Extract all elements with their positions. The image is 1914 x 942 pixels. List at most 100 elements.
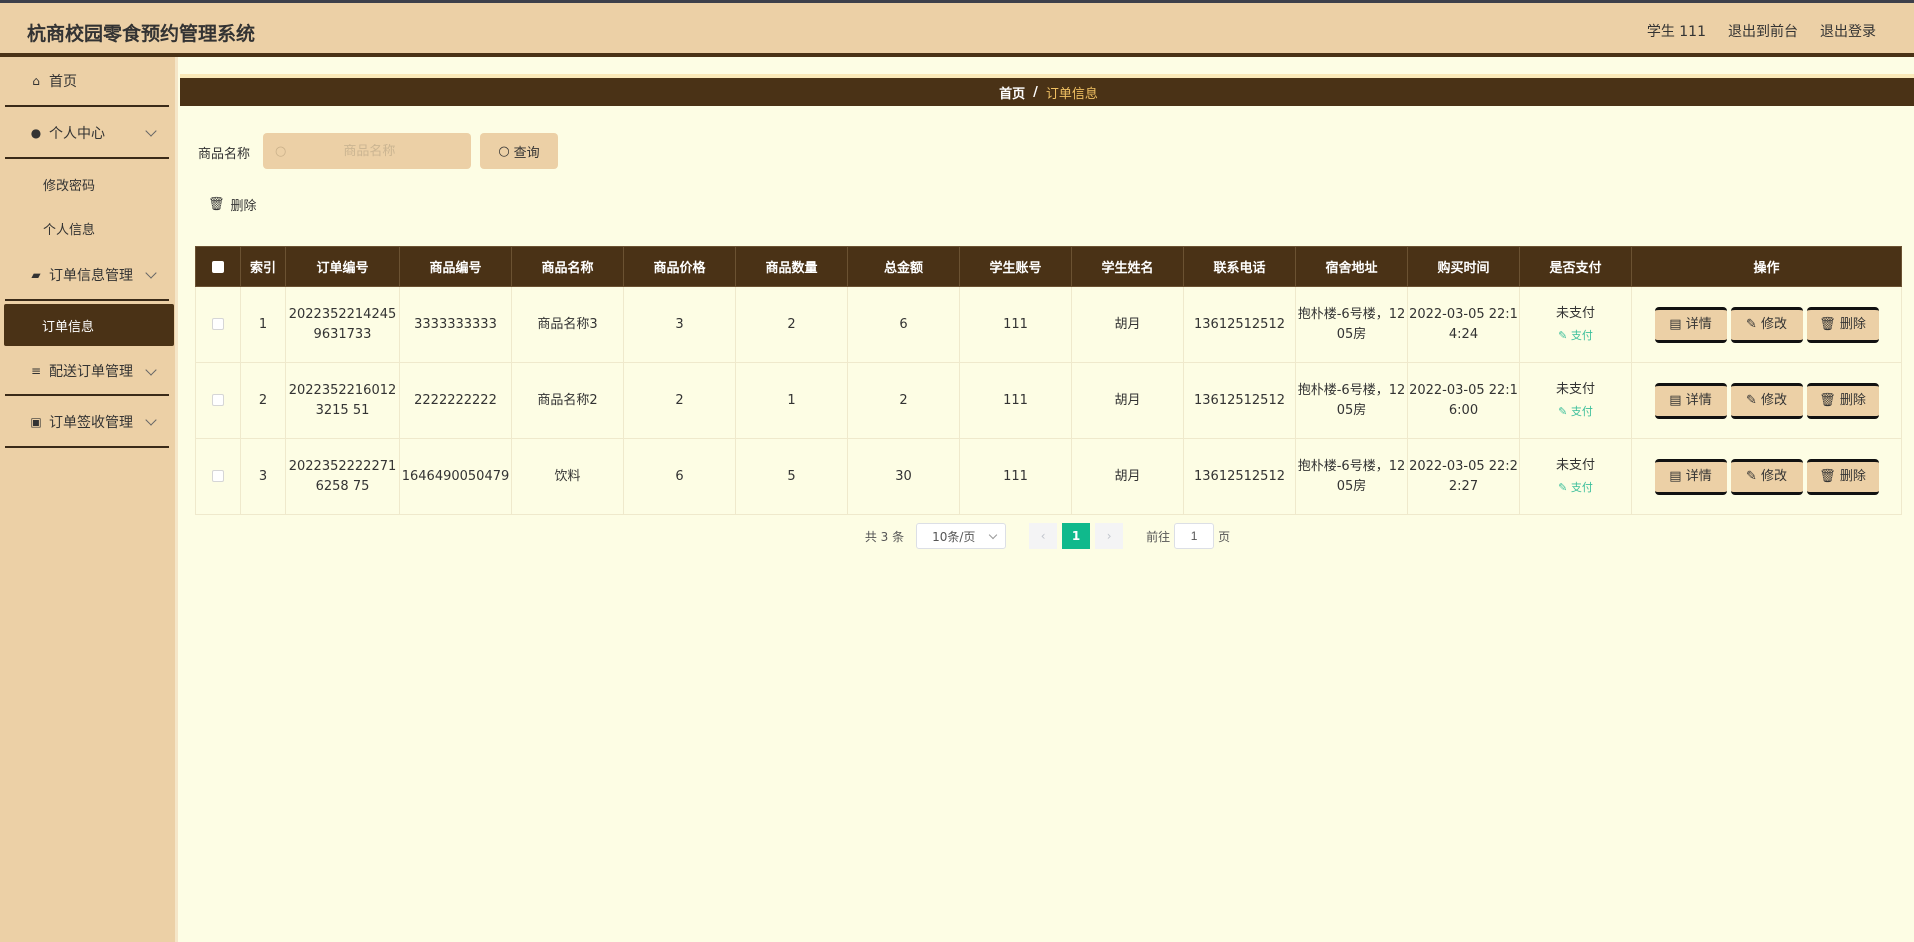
- sidebar-item-home[interactable]: ⌂ 首页: [5, 57, 169, 107]
- pay-status: 未支付: [1555, 457, 1595, 473]
- edit-button[interactable]: ✎ 修改: [1730, 306, 1803, 343]
- document-icon: ▤: [1669, 316, 1686, 332]
- pay-status: 未支付: [1555, 381, 1595, 397]
- next-page-button[interactable]: ›: [1095, 523, 1124, 549]
- top-links: 学生 111 退出到前台 退出登录: [1647, 21, 1876, 41]
- trash-icon: 🗑: [208, 197, 225, 212]
- goto-page: 前往 页: [1146, 523, 1230, 549]
- batch-delete-button[interactable]: 🗑 删除: [208, 195, 257, 214]
- edit-button[interactable]: ✎ 修改: [1730, 458, 1803, 495]
- goto-page-input[interactable]: [1174, 523, 1215, 549]
- sidebar-item-label: 个人中心: [49, 126, 105, 142]
- row-checkbox[interactable]: [212, 394, 224, 406]
- sidebar-item-label: 订单签收管理: [49, 415, 133, 431]
- detail-button[interactable]: ▤ 详情: [1654, 458, 1727, 495]
- row-select-cell: [195, 362, 241, 439]
- sidebar-item-change-password[interactable]: 修改密码: [5, 163, 169, 205]
- select-all-checkbox[interactable]: [212, 260, 224, 273]
- search-input[interactable]: [294, 143, 445, 159]
- goto-suffix: 页: [1218, 529, 1231, 544]
- breadcrumb-home[interactable]: 首页: [999, 83, 1025, 102]
- chevron-right-icon: ›: [1106, 529, 1112, 543]
- edit-button[interactable]: ✎ 修改: [1730, 382, 1803, 419]
- edit-icon: ✎: [1745, 316, 1761, 332]
- detail-button[interactable]: ▤ 详情: [1654, 306, 1727, 343]
- query-button[interactable]: ○ 查询: [480, 133, 558, 169]
- column-header: 索引: [240, 246, 286, 287]
- cell-price: 2: [623, 362, 736, 439]
- query-button-label: 查询: [513, 145, 540, 161]
- detail-label: 详情: [1685, 468, 1712, 484]
- sidebar-item-label: 配送订单管理: [49, 364, 133, 380]
- column-header: 宿舍地址: [1295, 246, 1408, 287]
- chevron-down-icon: [145, 125, 157, 137]
- cell-total: 30: [847, 438, 960, 515]
- pay-link[interactable]: ✎ 支付: [1520, 402, 1631, 422]
- cell-name: 胡月: [1071, 438, 1184, 515]
- sidebar-item-signoff-mgmt[interactable]: ▣ 订单签收管理: [5, 398, 169, 448]
- cell-address: 抱朴楼-6号楼，1205房: [1295, 362, 1408, 439]
- delete-button[interactable]: 🗑 删除: [1806, 458, 1879, 495]
- pay-link[interactable]: ✎ 支付: [1520, 478, 1631, 498]
- logout-link[interactable]: 退出登录: [1820, 21, 1876, 41]
- trash-icon: 🗑: [1819, 468, 1840, 484]
- delete-button[interactable]: 🗑 删除: [1806, 306, 1879, 343]
- to-front-link[interactable]: 退出到前台: [1728, 21, 1798, 41]
- cell-time: 2022-03-05 22:16:00: [1407, 362, 1520, 439]
- cell-actions: ▤ 详情 ✎ 修改 🗑 删除: [1631, 362, 1902, 439]
- app-title: 杭商校园零食预约管理系统: [27, 23, 256, 45]
- cell-order-no: 20223522160123215 51: [285, 362, 400, 439]
- chevron-down-icon: [145, 267, 157, 279]
- detail-button[interactable]: ▤ 详情: [1654, 382, 1727, 419]
- cell-index: 3: [240, 438, 286, 515]
- cell-total: 2: [847, 362, 960, 439]
- sidebar-item-label: 首页: [49, 74, 77, 90]
- cell-address: 抱朴楼-6号楼，1205房: [1295, 438, 1408, 515]
- detail-label: 详情: [1685, 316, 1712, 332]
- cell-phone: 13612512512: [1183, 286, 1296, 363]
- sidebar-item-delivery-mgmt[interactable]: ≡ 配送订单管理: [5, 348, 169, 396]
- list-icon: ≡: [30, 364, 42, 378]
- cell-goods-no: 2222222222: [399, 362, 512, 439]
- search-label: 商品名称: [198, 147, 251, 162]
- prev-page-button[interactable]: ‹: [1029, 523, 1058, 549]
- chevron-down-icon: [145, 364, 157, 376]
- cell-order-no: 20223522222716258 75: [285, 438, 400, 515]
- sidebar-item-order-mgmt[interactable]: ▰ 订单信息管理: [5, 251, 169, 301]
- pagination-total: 共 3 条: [864, 529, 905, 544]
- sidebar-item-personal-info[interactable]: 个人信息: [5, 207, 169, 249]
- page-number-current[interactable]: 1: [1062, 523, 1091, 549]
- cell-phone: 13612512512: [1183, 362, 1296, 439]
- cell-account: 111: [959, 438, 1072, 515]
- sidebar-item-order-info[interactable]: 订单信息: [4, 304, 174, 346]
- delete-label: 删除: [1839, 316, 1866, 332]
- row-checkbox[interactable]: [212, 470, 224, 482]
- sidebar-item-personal-center[interactable]: ● 个人中心: [5, 109, 169, 159]
- column-header: 操作: [1631, 246, 1902, 287]
- page-size-select[interactable]: 10条/页: [916, 523, 1007, 549]
- column-header: 学生账号: [959, 246, 1072, 287]
- column-header: 总金额: [847, 246, 960, 287]
- search-icon: ○: [498, 143, 510, 159]
- delete-button[interactable]: 🗑 删除: [1806, 382, 1879, 419]
- pay-link[interactable]: ✎ 支付: [1520, 326, 1631, 346]
- cell-time: 2022-03-05 22:14:24: [1407, 286, 1520, 363]
- cell-paid: 未支付 ✎ 支付: [1519, 286, 1632, 363]
- cell-index: 1: [240, 286, 286, 363]
- clipboard-icon: ▣: [30, 415, 42, 429]
- cell-goods-no: 1646490050479: [399, 438, 512, 515]
- table-header-row: 索引 订单编号 商品编号 商品名称 商品价格 商品数量 总金额 学生账号 学生姓…: [195, 246, 1902, 287]
- goto-label: 前往: [1146, 529, 1171, 544]
- edit-icon: ✎: [1558, 328, 1571, 342]
- search-icon: ○: [275, 143, 287, 159]
- chevron-down-icon: [145, 414, 157, 426]
- sidebar-item-label: 个人信息: [43, 222, 96, 238]
- table-row: 2 20223522160123215 51 2222222222 商品名称2 2 1 2 1…: [195, 362, 1902, 439]
- edit-label: 修改: [1761, 392, 1788, 408]
- breadcrumb: 首页 / 订单信息: [180, 74, 1914, 106]
- detail-label: 详情: [1685, 392, 1712, 408]
- sidebar-item-label: 修改密码: [43, 178, 96, 194]
- column-header: 订单编号: [285, 246, 400, 287]
- breadcrumb-separator: /: [1033, 84, 1038, 100]
- row-checkbox[interactable]: [212, 318, 224, 330]
